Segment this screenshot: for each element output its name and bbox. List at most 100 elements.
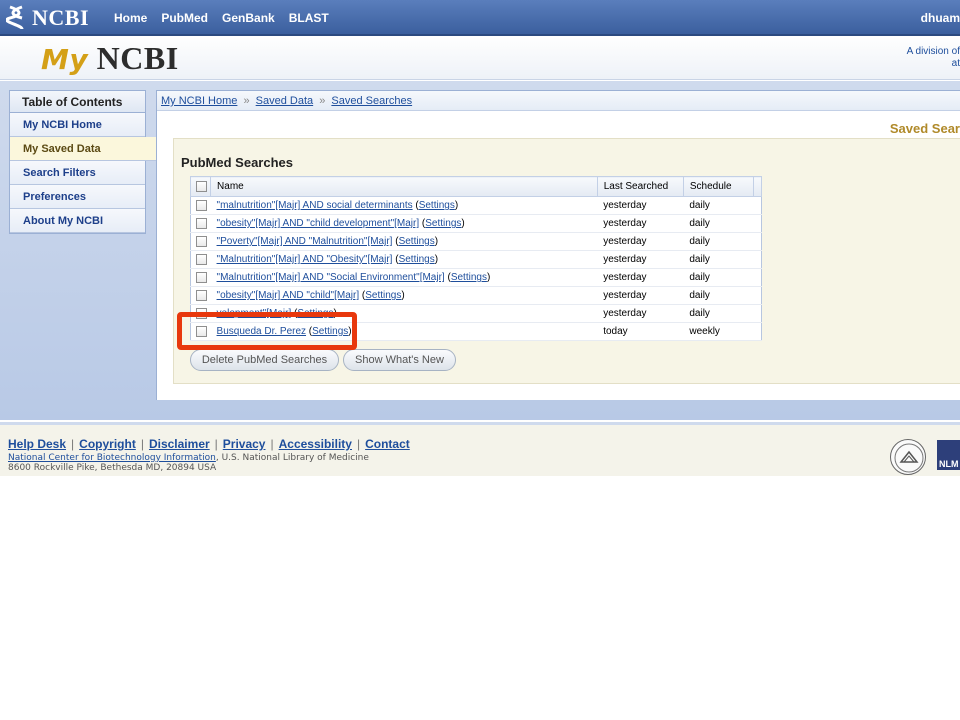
division-text: A division of at bbox=[907, 46, 960, 70]
main-content: My NCBI Home » Saved Data » Saved Search… bbox=[156, 90, 960, 400]
row-schedule: daily bbox=[683, 214, 754, 233]
row-checkbox-cell bbox=[190, 286, 211, 305]
sidebar-item-preferences[interactable]: Preferences bbox=[10, 185, 145, 209]
breadcrumb-saved-searches[interactable]: Saved Searches bbox=[331, 95, 412, 107]
row-last-searched: yesterday bbox=[597, 250, 684, 269]
show-whats-new-button[interactable]: Show What's New bbox=[343, 349, 456, 371]
row-spacer bbox=[753, 268, 762, 287]
row-checkbox[interactable] bbox=[196, 271, 207, 283]
row-name-cell: "Malnutrition"[Majr] AND "Social Environ… bbox=[210, 268, 598, 287]
search-name-link[interactable]: "Poverty"[Majr] AND "Malnutrition"[Majr] bbox=[217, 236, 393, 247]
footer: Help Desk | Copyright | Disclaimer | Privacy | A… bbox=[0, 422, 960, 476]
nlm-logo[interactable]: NLM bbox=[937, 440, 960, 470]
nih-seal-icon[interactable] bbox=[890, 439, 926, 475]
settings-link[interactable]: Settings bbox=[419, 200, 455, 211]
row-name-cell: "malnutrition"[Majr] AND social determin… bbox=[210, 196, 598, 215]
search-name-link[interactable]: "obesity"[Majr] AND "child"[Majr] bbox=[217, 290, 360, 301]
dna-helix-icon bbox=[6, 5, 24, 30]
settings-link[interactable]: Settings bbox=[425, 218, 461, 229]
row-checkbox[interactable] bbox=[196, 253, 207, 265]
row-last-searched: yesterday bbox=[597, 304, 684, 323]
row-last-searched: yesterday bbox=[597, 286, 684, 305]
search-name-link[interactable]: "Malnutrition"[Majr] AND "Social Environ… bbox=[217, 272, 445, 283]
row-checkbox[interactable] bbox=[196, 235, 207, 247]
nav-blast[interactable]: BLAST bbox=[289, 11, 329, 25]
row-schedule: weekly bbox=[683, 322, 754, 341]
settings-link[interactable]: Settings bbox=[451, 272, 487, 283]
highlight-box bbox=[177, 312, 357, 350]
table-row: "malnutrition"[Majr] AND social determin… bbox=[190, 196, 762, 215]
table-row: "Poverty"[Majr] AND "Malnutrition"[Majr]… bbox=[190, 232, 762, 251]
footer-address: 8600 Rockville Pike, Bethesda MD, 20894 … bbox=[8, 463, 217, 473]
sidebar-item-search-filters[interactable]: Search Filters bbox=[10, 161, 145, 185]
footer-link-contact[interactable]: Contact bbox=[365, 437, 410, 451]
search-name-link[interactable]: "obesity"[Majr] AND "child development"[… bbox=[217, 218, 420, 229]
row-spacer bbox=[753, 286, 762, 305]
division-line-1: A division of bbox=[906, 46, 960, 57]
row-spacer bbox=[753, 232, 762, 251]
nih-seal-graphic bbox=[894, 443, 924, 473]
breadcrumb: My NCBI Home » Saved Data » Saved Search… bbox=[157, 91, 960, 111]
column-name[interactable]: Name bbox=[210, 176, 598, 197]
footer-links: Help Desk | Copyright | Disclaimer | Privacy | A… bbox=[8, 437, 410, 451]
top-nav: Home PubMed GenBank BLAST bbox=[114, 11, 329, 25]
settings-link[interactable]: Settings bbox=[365, 290, 401, 301]
footer-separator: | bbox=[140, 437, 144, 451]
search-name-link[interactable]: "Malnutrition"[Majr] AND "Obesity"[Majr] bbox=[217, 254, 393, 265]
breadcrumb-saved-data[interactable]: Saved Data bbox=[256, 95, 313, 107]
sidebar-item-about-my-ncbi[interactable]: About My NCBI bbox=[10, 209, 145, 233]
table-of-contents: Table of Contents My NCBI Home My Saved … bbox=[9, 90, 156, 234]
select-all-cell bbox=[189, 176, 212, 197]
row-checkbox[interactable] bbox=[196, 199, 207, 211]
select-all-checkbox[interactable] bbox=[196, 180, 207, 192]
row-spacer bbox=[753, 250, 762, 269]
row-schedule: daily bbox=[683, 268, 754, 287]
toc-title: Table of Contents bbox=[10, 91, 145, 113]
footer-separator: | bbox=[71, 437, 75, 451]
row-name-cell: "obesity"[Majr] AND "child development"[… bbox=[210, 214, 598, 233]
breadcrumb-my-ncbi-home[interactable]: My NCBI Home bbox=[161, 95, 237, 107]
settings-link[interactable]: Settings bbox=[399, 236, 435, 247]
row-checkbox[interactable] bbox=[196, 217, 207, 229]
column-last-searched[interactable]: Last Searched bbox=[596, 176, 684, 197]
row-checkbox-cell bbox=[190, 214, 211, 233]
row-name-cell: "Poverty"[Majr] AND "Malnutrition"[Majr]… bbox=[210, 232, 598, 251]
row-checkbox-cell bbox=[190, 250, 211, 269]
table-row: "Malnutrition"[Majr] AND "Social Environ… bbox=[190, 268, 762, 287]
row-name-cell: "obesity"[Majr] AND "child"[Majr] (Setti… bbox=[210, 286, 598, 305]
row-checkbox[interactable] bbox=[196, 289, 207, 301]
footer-link-copyright[interactable]: Copyright bbox=[79, 437, 136, 451]
row-last-searched: yesterday bbox=[597, 214, 684, 233]
row-schedule: daily bbox=[683, 286, 754, 305]
sidebar-item-my-saved-data[interactable]: My Saved Data bbox=[10, 137, 156, 161]
row-schedule: daily bbox=[683, 250, 754, 269]
footer-link-help-desk[interactable]: Help Desk bbox=[8, 437, 66, 451]
nav-home[interactable]: Home bbox=[114, 11, 147, 25]
column-schedule[interactable]: Schedule bbox=[682, 176, 754, 197]
logo-ncbi: NCBI bbox=[96, 40, 179, 76]
top-bar: NCBI Home PubMed GenBank BLAST dhuam bbox=[0, 0, 960, 36]
page-title: Saved Sear bbox=[889, 121, 960, 136]
row-schedule: daily bbox=[683, 196, 754, 215]
sidebar-item-my-ncbi-home[interactable]: My NCBI Home bbox=[10, 113, 145, 137]
footer-org-text: , U.S. National Library of Medicine bbox=[215, 453, 369, 463]
delete-pubmed-searches-button[interactable]: Delete PubMed Searches bbox=[190, 349, 339, 371]
panel-title: PubMed Searches bbox=[181, 155, 293, 170]
footer-link-accessibility[interactable]: Accessibility bbox=[279, 437, 352, 451]
row-last-searched: yesterday bbox=[597, 196, 684, 215]
search-name-link[interactable]: "malnutrition"[Majr] AND social determin… bbox=[217, 200, 413, 211]
footer-link-disclaimer[interactable]: Disclaimer bbox=[149, 437, 210, 451]
footer-separator: | bbox=[356, 437, 361, 451]
username[interactable]: dhuam bbox=[921, 11, 960, 25]
ncbi-logo[interactable]: NCBI bbox=[6, 5, 89, 31]
row-spacer bbox=[753, 304, 762, 323]
my-ncbi-logo[interactable]: My NCBI bbox=[41, 40, 179, 77]
header-band: My NCBI A division of at bbox=[0, 38, 960, 80]
nav-pubmed[interactable]: PubMed bbox=[161, 11, 208, 25]
table-row: "obesity"[Majr] AND "child"[Majr] (Setti… bbox=[190, 286, 762, 305]
footer-link-privacy[interactable]: Privacy bbox=[223, 437, 266, 451]
nav-genbank[interactable]: GenBank bbox=[222, 11, 275, 25]
footer-ncbi-link[interactable]: National Center for Biotechnology Inform… bbox=[8, 453, 216, 463]
settings-link[interactable]: Settings bbox=[399, 254, 435, 265]
row-checkbox-cell bbox=[190, 268, 211, 287]
